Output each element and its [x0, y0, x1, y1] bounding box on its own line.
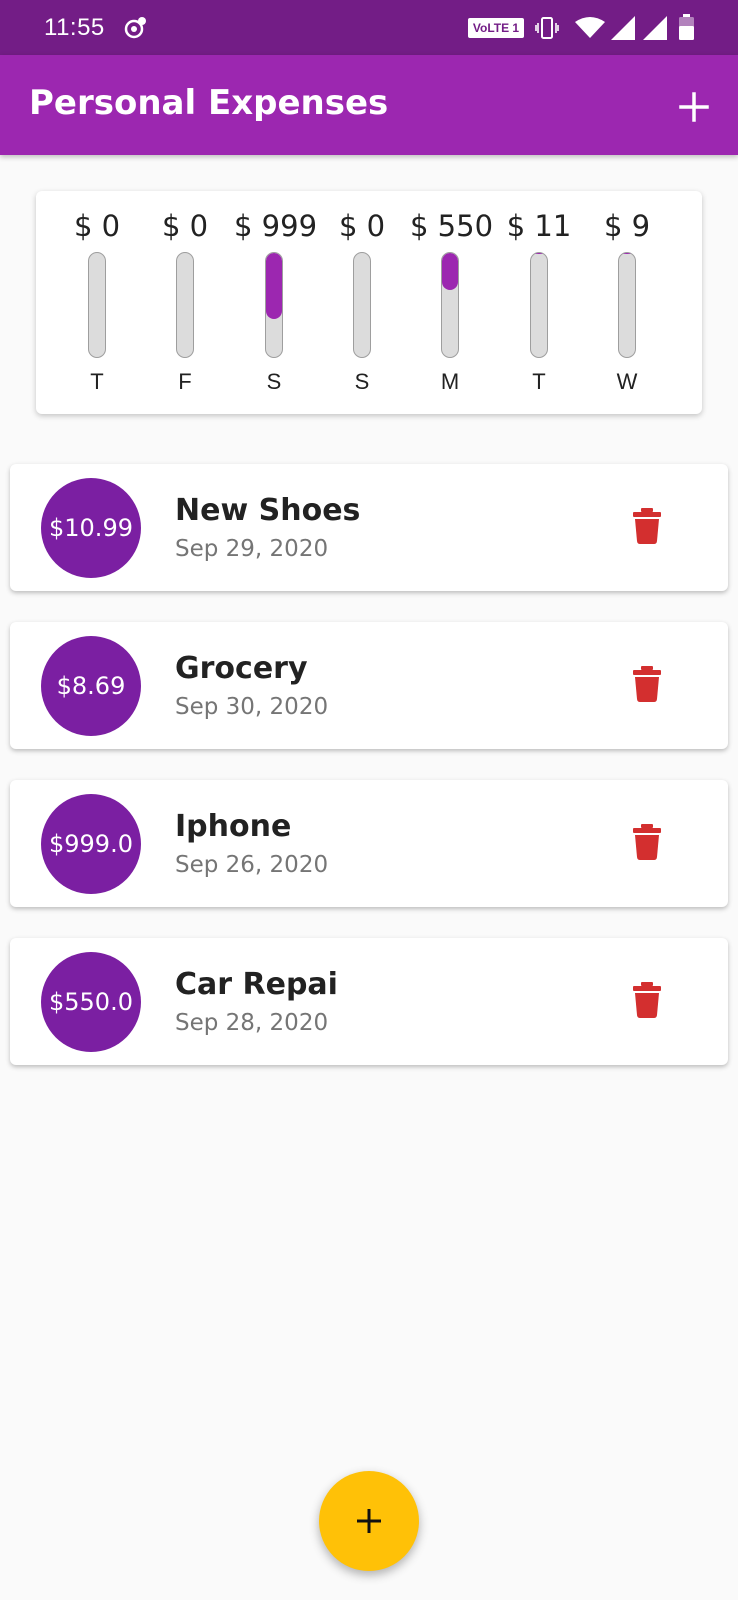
app-bar: Personal Expenses	[0, 55, 738, 155]
vibrate-icon	[535, 17, 559, 39]
bar-amount-label: $ 0	[338, 209, 386, 243]
battery-icon	[679, 14, 694, 40]
bar-amount-label: $ 0	[73, 209, 121, 243]
bar-fill	[531, 253, 547, 254]
amount-avatar: $999.0	[41, 794, 141, 894]
bar-track	[441, 252, 459, 358]
bar-amount-label: $ 999	[234, 209, 318, 243]
chart-bar: $ 0 T	[57, 191, 137, 414]
list-item[interactable]: $999.0 Iphone Sep 26, 2020	[10, 780, 728, 907]
bar-day-label: S	[354, 369, 370, 394]
add-transaction-button[interactable]	[319, 1471, 419, 1571]
bar-track	[353, 252, 371, 358]
bar-day-label: T	[90, 369, 104, 394]
bar-day-label: S	[266, 369, 282, 394]
amount-avatar: $10.99	[41, 478, 141, 578]
item-title: New Shoes	[175, 493, 361, 528]
bar-day-label: M	[440, 369, 460, 394]
amount-avatar: $8.69	[41, 636, 141, 736]
bar-track	[618, 252, 636, 358]
bar-day-label: W	[616, 369, 638, 394]
add-icon	[357, 1509, 381, 1533]
weekly-chart: $ 0 T $ 0 F $ 999 S $ 0 S $ 550 M $ 11 T…	[36, 191, 702, 414]
chart-bar: $ 0 S	[322, 191, 402, 414]
chart-bar: $ 999 S	[234, 191, 318, 414]
list-item[interactable]: $550.0 Car Repai Sep 28, 2020	[10, 938, 728, 1065]
amount-avatar: $550.0	[41, 952, 141, 1052]
app-notification-icon	[124, 17, 146, 39]
item-date: Sep 30, 2020	[175, 694, 329, 720]
delete-icon[interactable]	[632, 508, 662, 544]
chart-bar: $ 0 F	[145, 191, 225, 414]
page-title: Personal Expenses	[29, 83, 389, 123]
volte-badge: VoLTE 1	[468, 18, 524, 38]
status-bar: 11:55 VoLTE 1	[0, 0, 738, 55]
bar-track	[88, 252, 106, 358]
bar-amount-label: $ 9	[603, 209, 651, 243]
signal-icon	[611, 16, 635, 40]
list-item[interactable]: $10.99 New Shoes Sep 29, 2020	[10, 464, 728, 591]
item-date: Sep 26, 2020	[175, 852, 329, 878]
bar-fill	[442, 253, 458, 290]
delete-icon[interactable]	[632, 982, 662, 1018]
item-date: Sep 28, 2020	[175, 1010, 329, 1036]
status-time: 11:55	[44, 14, 105, 41]
bar-amount-label: $ 550	[410, 209, 494, 243]
bar-day-label: F	[178, 369, 192, 394]
item-title: Iphone	[175, 809, 292, 844]
bar-track	[530, 252, 548, 358]
bar-amount-label: $ 0	[161, 209, 209, 243]
bar-amount-label: $ 11	[506, 209, 572, 243]
item-title: Car Repai	[175, 967, 338, 1002]
bar-track	[176, 252, 194, 358]
chart-bar: $ 11 T	[499, 191, 579, 414]
item-title: Grocery	[175, 651, 308, 686]
item-date: Sep 29, 2020	[175, 536, 329, 562]
bar-day-label: T	[532, 369, 546, 394]
add-icon[interactable]	[672, 85, 716, 129]
delete-icon[interactable]	[632, 824, 662, 860]
chart-bar: $ 9 W	[587, 191, 667, 414]
chart-bar: $ 550 M	[410, 191, 494, 414]
signal-icon	[643, 16, 667, 40]
list-item[interactable]: $8.69 Grocery Sep 30, 2020	[10, 622, 728, 749]
bar-track	[265, 252, 283, 358]
wifi-icon	[575, 17, 605, 38]
bar-fill	[619, 253, 635, 254]
bar-fill	[266, 253, 282, 320]
delete-icon[interactable]	[632, 666, 662, 702]
